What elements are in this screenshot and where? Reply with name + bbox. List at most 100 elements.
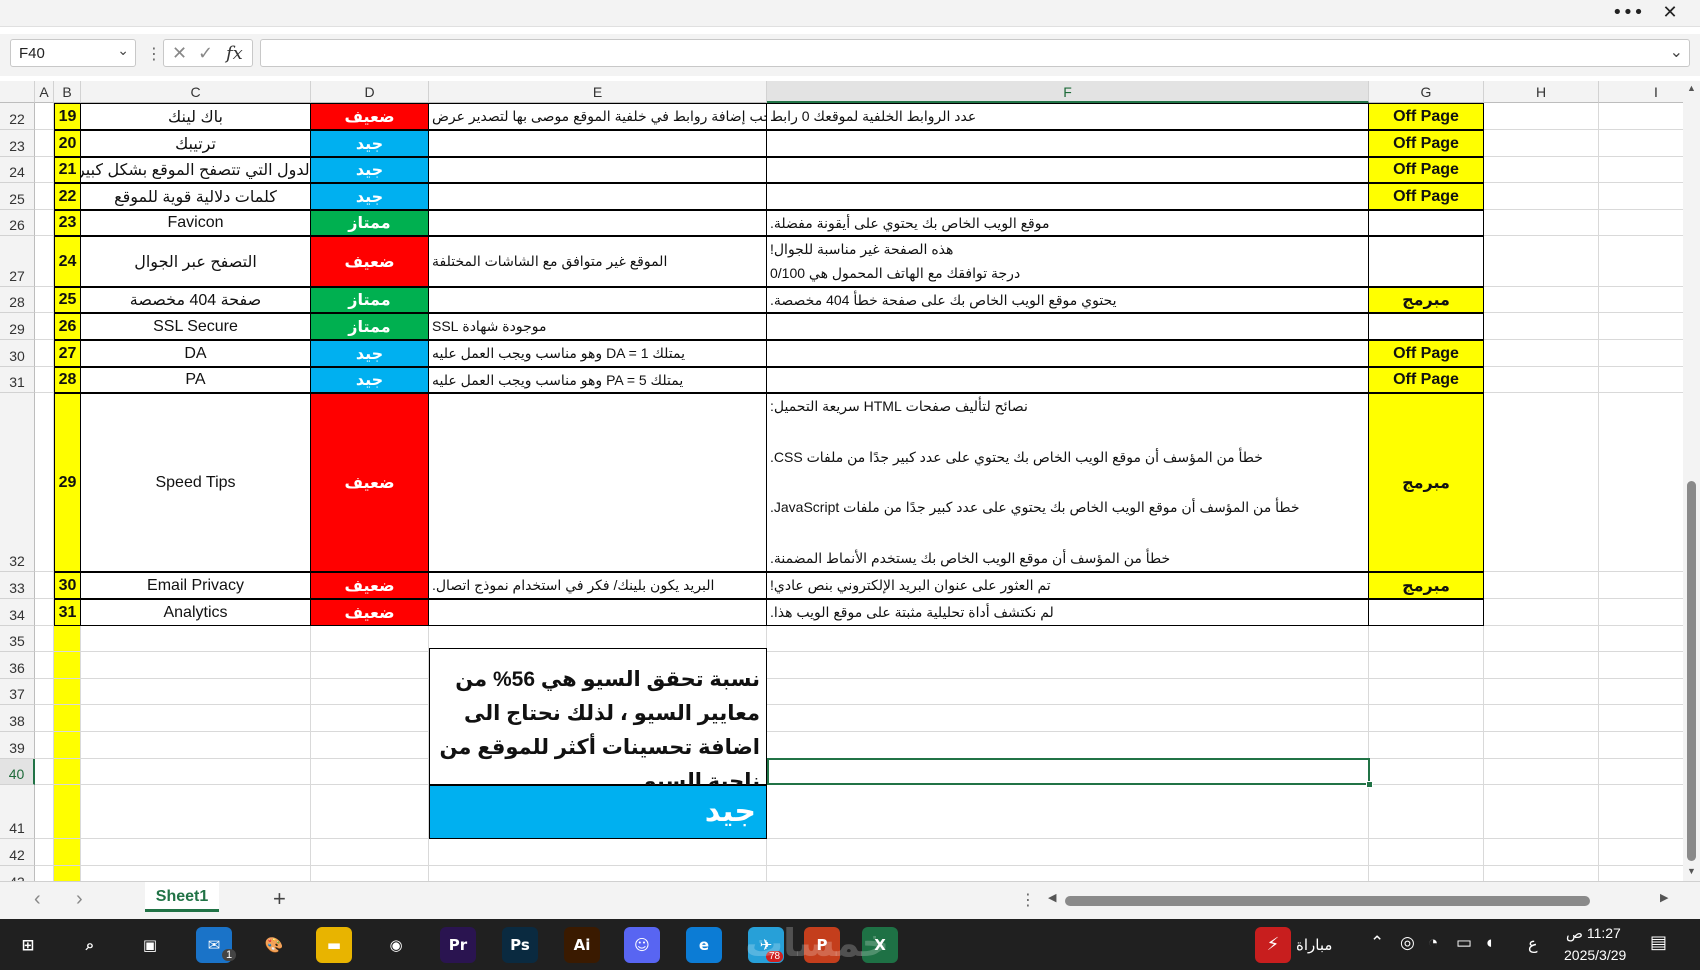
photoshop-icon[interactable]: Ps	[502, 927, 538, 963]
table-cell[interactable]	[1599, 732, 1683, 759]
task-view-icon[interactable]: ▣	[132, 927, 168, 963]
scroll-up-icon[interactable]: ▲	[1687, 83, 1696, 93]
table-cell[interactable]	[1599, 866, 1683, 881]
table-cell[interactable]	[54, 839, 81, 866]
horizontal-scroll-thumb[interactable]	[1065, 896, 1590, 906]
table-cell[interactable]	[767, 626, 1369, 652]
row-index-cell[interactable]: 26	[54, 313, 81, 340]
table-cell[interactable]	[1599, 236, 1683, 287]
table-cell[interactable]	[1599, 130, 1683, 157]
table-cell[interactable]	[1369, 785, 1484, 839]
details-cell[interactable]: نصائح لتأليف صفحات HTML سريعة التحميل: خط…	[767, 393, 1369, 572]
details-cell[interactable]	[767, 340, 1369, 367]
criterion-cell[interactable]: PA	[81, 367, 311, 393]
column-header-c[interactable]: C	[81, 81, 311, 103]
rating-cell[interactable]: ممتاز	[311, 313, 429, 340]
table-cell[interactable]	[311, 785, 429, 839]
row-header[interactable]: 43	[0, 866, 35, 881]
criterion-cell[interactable]: Favicon	[81, 210, 311, 236]
note-cell[interactable]	[429, 599, 767, 626]
notification-icon[interactable]: ▤	[1650, 932, 1667, 953]
criterion-cell[interactable]: الدول التي تتصفح الموقع بشكل كبير	[81, 157, 311, 183]
category-cell[interactable]: Off Page	[1369, 157, 1484, 183]
vertical-scroll-thumb[interactable]	[1687, 481, 1696, 861]
table-cell[interactable]	[767, 866, 1369, 881]
row-header[interactable]: 25	[0, 183, 35, 210]
close-button[interactable]: ✕	[1656, 2, 1684, 24]
table-cell[interactable]	[54, 626, 81, 652]
note-cell[interactable]: يمتلك PA = 5 وهو مناسب ويجب العمل عليه	[429, 367, 767, 393]
table-cell[interactable]	[1484, 313, 1599, 340]
table-cell[interactable]	[311, 626, 429, 652]
details-cell[interactable]: هذه الصفحة غير مناسبة للجوال! درجة توافقك…	[767, 236, 1369, 287]
cancel-icon[interactable]: ✕	[172, 43, 187, 64]
row-header[interactable]: 36	[0, 652, 35, 679]
table-cell[interactable]	[1599, 157, 1683, 183]
column-header-i[interactable]: I	[1599, 81, 1683, 103]
category-cell[interactable]	[1369, 313, 1484, 340]
category-cell[interactable]	[1369, 210, 1484, 236]
row-index-cell[interactable]: 19	[54, 103, 81, 130]
widget-label[interactable]: مباراة	[1296, 936, 1332, 954]
criterion-cell[interactable]: DA	[81, 340, 311, 367]
row-index-cell[interactable]: 27	[54, 340, 81, 367]
table-cell[interactable]	[35, 367, 54, 393]
table-cell[interactable]	[1599, 340, 1683, 367]
table-cell[interactable]	[1484, 340, 1599, 367]
row-header[interactable]: 24	[0, 157, 35, 183]
table-cell[interactable]	[1599, 759, 1683, 785]
row-header[interactable]: 33	[0, 572, 35, 599]
category-cell[interactable]: Off Page	[1369, 130, 1484, 157]
camera-icon[interactable]: ◎	[1400, 933, 1415, 953]
row-index-cell[interactable]: 31	[54, 599, 81, 626]
table-cell[interactable]	[1369, 626, 1484, 652]
criterion-cell[interactable]: SSL Secure	[81, 313, 311, 340]
table-cell[interactable]	[1599, 103, 1683, 130]
table-cell[interactable]	[35, 393, 54, 572]
details-cell[interactable]: يحتوي موقع الويب الخاص بك على صفحة خطأ 4…	[767, 287, 1369, 313]
column-header-d[interactable]: D	[311, 81, 429, 103]
table-cell[interactable]	[81, 652, 311, 679]
details-cell[interactable]: عدد الروابط الخلفية لموقعك 0 رابط	[767, 103, 1369, 130]
note-cell[interactable]: البريد يكون بلينك/ فكر في استخدام نموذج …	[429, 572, 767, 599]
table-cell[interactable]	[81, 759, 311, 785]
table-cell[interactable]	[1484, 236, 1599, 287]
row-index-cell[interactable]: 28	[54, 367, 81, 393]
row-index-cell[interactable]: 29	[54, 393, 81, 572]
discord-icon[interactable]: ☺	[624, 927, 660, 963]
row-header[interactable]: 30	[0, 340, 35, 367]
row-header[interactable]: 38	[0, 705, 35, 732]
row-header[interactable]: 42	[0, 839, 35, 866]
criterion-cell[interactable]: صفحة 404 مخصصة	[81, 287, 311, 313]
more-options-button[interactable]: •••	[1612, 2, 1644, 24]
summary-textbox[interactable]: نسبة تحقق السيو هي 56% من معايير السيو ،…	[429, 648, 767, 793]
table-cell[interactable]	[1484, 599, 1599, 626]
table-cell[interactable]	[1484, 367, 1599, 393]
table-cell[interactable]	[1369, 679, 1484, 705]
table-cell[interactable]	[1369, 705, 1484, 732]
row-header[interactable]: 40	[0, 759, 35, 785]
table-cell[interactable]	[54, 705, 81, 732]
table-cell[interactable]	[35, 759, 54, 785]
scroll-left-icon[interactable]: ◀	[1048, 891, 1056, 904]
table-cell[interactable]	[1484, 785, 1599, 839]
table-cell[interactable]	[1484, 183, 1599, 210]
table-cell[interactable]	[1599, 599, 1683, 626]
category-cell[interactable]: Off Page	[1369, 103, 1484, 130]
chrome-icon[interactable]: ◉	[378, 927, 414, 963]
table-cell[interactable]	[35, 785, 54, 839]
table-cell[interactable]	[1484, 732, 1599, 759]
note-cell[interactable]: يمتلك DA = 1 وهو مناسب ويجب العمل عليه	[429, 340, 767, 367]
clock-date[interactable]: 2025/3/29	[1564, 947, 1626, 963]
rating-cell[interactable]: جيد	[311, 157, 429, 183]
table-cell[interactable]	[767, 705, 1369, 732]
table-cell[interactable]	[1599, 210, 1683, 236]
table-cell[interactable]	[1484, 759, 1599, 785]
table-cell[interactable]	[1484, 157, 1599, 183]
table-cell[interactable]	[1484, 705, 1599, 732]
select-all-corner[interactable]	[0, 81, 35, 103]
table-cell[interactable]	[35, 210, 54, 236]
start-icon[interactable]: ⊞	[10, 927, 46, 963]
table-cell[interactable]	[1599, 393, 1683, 572]
table-cell[interactable]	[767, 785, 1369, 839]
